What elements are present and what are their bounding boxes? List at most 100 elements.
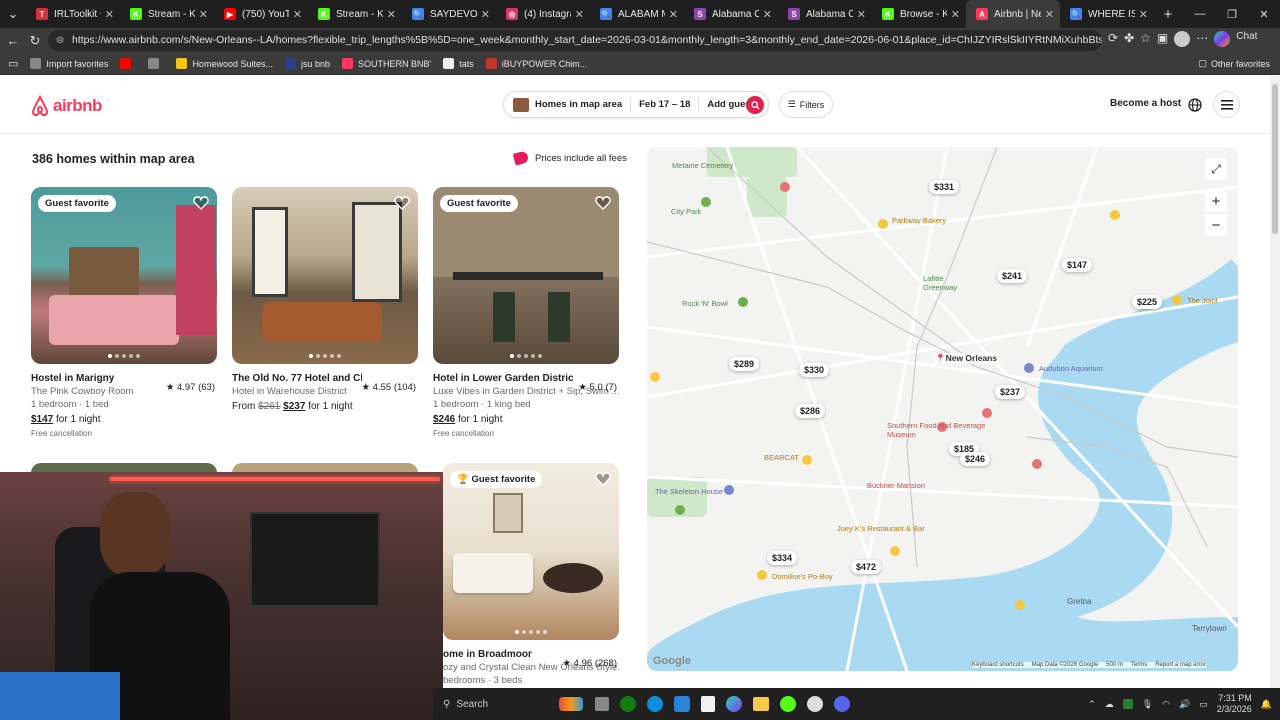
search-dates[interactable]: Feb 17 – 18	[639, 99, 690, 110]
listing-photo[interactable]: 🏆 Guest favorite	[443, 463, 619, 640]
obs-icon[interactable]	[807, 696, 823, 712]
browser-tab[interactable]: K Stream - Kick D ✕	[308, 0, 402, 28]
defender-icon[interactable]	[1122, 699, 1133, 709]
heart-icon[interactable]	[595, 471, 611, 487]
browser-tab[interactable]: ◎ (4) Instagram ✕	[496, 0, 590, 28]
price-pin[interactable]: $286	[795, 404, 826, 418]
more-icon[interactable]: ⋯	[1196, 31, 1208, 47]
tab-close-icon[interactable]: ✕	[763, 8, 772, 21]
browser-tab[interactable]: 🔍 SAYDEVO INSTA ✕	[402, 0, 496, 28]
price-pin[interactable]: $246	[960, 452, 991, 466]
zoom-out-button[interactable]: −	[1205, 214, 1227, 236]
tab-search-icon[interactable]: ⌄	[0, 3, 26, 25]
bookmark-item[interactable]: Homewood Suites...	[176, 58, 273, 69]
file-explorer-icon[interactable]	[753, 697, 769, 711]
tray-chevron-icon[interactable]: ⌃	[1088, 699, 1096, 710]
map[interactable]: Metairie Cemetery City Park Parkway Bake…	[647, 147, 1238, 671]
mic-icon[interactable]: 🎙	[1142, 699, 1153, 710]
listing-photo[interactable]: Guest favorite	[433, 187, 619, 364]
price-pin[interactable]: $237	[995, 385, 1026, 399]
price-pin[interactable]: $289	[729, 357, 760, 371]
favorites-icon[interactable]: ☆	[1140, 31, 1151, 47]
report-error-link[interactable]: Report a map error	[1155, 662, 1206, 668]
tab-close-icon[interactable]: ✕	[481, 8, 490, 21]
bookmark-item[interactable]: jsu bnb	[284, 58, 330, 69]
page-scrollbar[interactable]	[1270, 76, 1280, 688]
puzzle-icon[interactable]: ✤	[1124, 31, 1134, 47]
tab-close-icon[interactable]: ✕	[199, 8, 208, 21]
bookmark-item[interactable]: iBUYPOWER Chim...	[485, 58, 587, 69]
edge-icon[interactable]	[647, 696, 663, 712]
notepad-icon[interactable]	[701, 696, 715, 712]
tab-close-icon[interactable]: ✕	[387, 8, 396, 21]
price-pin[interactable]: $147	[1062, 258, 1093, 272]
terms-link[interactable]: Terms	[1131, 662, 1147, 668]
price-pin[interactable]: $334	[767, 551, 798, 565]
new-tab-button[interactable]: +	[1154, 3, 1182, 25]
browser-tab[interactable]: S Alabama Crim ✕	[778, 0, 872, 28]
xbox-icon[interactable]	[620, 696, 636, 712]
clock[interactable]: 7:31 PM 2/3/2026	[1217, 693, 1252, 715]
listing-photo[interactable]	[232, 187, 418, 364]
browser-tab[interactable]: A Airbnb | New O ✕	[966, 0, 1060, 28]
collections-icon[interactable]: ▣	[1157, 31, 1168, 47]
tab-close-icon[interactable]: ✕	[1045, 8, 1054, 21]
back-button[interactable]: ←	[2, 30, 24, 52]
bookmark-item[interactable]: Import favorites	[30, 58, 108, 69]
minimize-icon[interactable]: —	[1184, 8, 1216, 20]
zoom-in-button[interactable]: +	[1205, 191, 1227, 213]
sidebar-toggle-icon[interactable]: ▭	[8, 57, 18, 70]
browser-tab[interactable]: 🔍 WHERE IS MAR ✕	[1060, 0, 1154, 28]
tab-close-icon[interactable]: ✕	[575, 8, 584, 21]
listing-card[interactable]: Guest favorite Hotel in Lower Garden Dis…	[433, 187, 619, 438]
search-button[interactable]	[746, 96, 764, 114]
browser-tab[interactable]: S Alabama Crim ✕	[684, 0, 778, 28]
tab-close-icon[interactable]: ✕	[951, 8, 960, 21]
price-pin[interactable]: $331	[929, 180, 960, 194]
bookmark-item[interactable]: tats	[443, 58, 474, 69]
keyboard-shortcuts-link[interactable]: Keyboard shortcuts	[972, 662, 1024, 668]
notification-icon[interactable]: 🔔	[1261, 699, 1272, 710]
kick-icon[interactable]	[780, 696, 796, 712]
bookmark-item[interactable]: SOUTHERN BNB'	[342, 58, 431, 69]
url-field[interactable]: ⊜ https://www.airbnb.com/s/New-Orleans--…	[48, 30, 1102, 51]
wifi-icon[interactable]: ◠	[1162, 699, 1170, 710]
heart-icon[interactable]	[193, 195, 209, 211]
browser-tab[interactable]: K Browse - Kick S ✕	[872, 0, 966, 28]
search-location[interactable]: Homes in map area	[535, 99, 622, 110]
reload-button[interactable]: ↻	[24, 30, 46, 52]
tab-close-icon[interactable]: ✕	[669, 8, 678, 21]
price-pin[interactable]: $330	[799, 363, 830, 377]
profile-avatar[interactable]	[1174, 31, 1191, 47]
extensions-icon[interactable]: ⟳	[1108, 31, 1118, 47]
listing-card[interactable]: Guest favorite Hostel in Marigny ★ 4.97 …	[31, 187, 217, 438]
expand-map-button[interactable]: ⤢	[1205, 158, 1227, 180]
tab-close-icon[interactable]: ✕	[293, 8, 302, 21]
discord-icon[interactable]	[834, 696, 850, 712]
price-pin[interactable]: $241	[997, 269, 1028, 283]
onedrive-icon[interactable]: ☁	[1105, 699, 1114, 710]
browser-tab[interactable]: T IRLToolkit + Da ✕	[26, 0, 120, 28]
listing-card[interactable]: 🏆 Guest favorite ome in Broadmoor ★ 4.96…	[443, 463, 619, 686]
site-info-icon[interactable]: ⊜	[56, 30, 64, 51]
price-pin[interactable]: $225	[1132, 295, 1163, 309]
price-pin[interactable]: $472	[851, 560, 882, 574]
copilot-icon[interactable]	[726, 696, 742, 712]
other-favorites[interactable]: ▢ Other favorites	[1198, 58, 1270, 69]
bookmark-item[interactable]	[120, 58, 136, 69]
battery-icon[interactable]: ▭	[1199, 699, 1208, 710]
heart-icon[interactable]	[394, 195, 410, 211]
tab-close-icon[interactable]: ✕	[857, 8, 866, 21]
task-view-icon[interactable]	[595, 697, 609, 711]
listing-card[interactable]: The Old No. 77 Hotel and Ch... ★ 4.55 (1…	[232, 187, 418, 412]
become-host-link[interactable]: Become a host	[1110, 98, 1181, 109]
filters-button[interactable]: ☰ Filters	[779, 91, 833, 118]
restore-icon[interactable]: ❐	[1216, 8, 1248, 21]
user-menu-button[interactable]	[1213, 91, 1240, 118]
taskbar-search[interactable]: ⚲ Search	[443, 692, 583, 716]
browser-tab[interactable]: K Stream - Kick D ✕	[120, 0, 214, 28]
heart-icon[interactable]	[595, 195, 611, 211]
tab-close-icon[interactable]: ✕	[105, 8, 114, 21]
bookmark-item[interactable]	[148, 58, 164, 69]
browser-tab[interactable]: ▶ (750) YouTube ✕	[214, 0, 308, 28]
